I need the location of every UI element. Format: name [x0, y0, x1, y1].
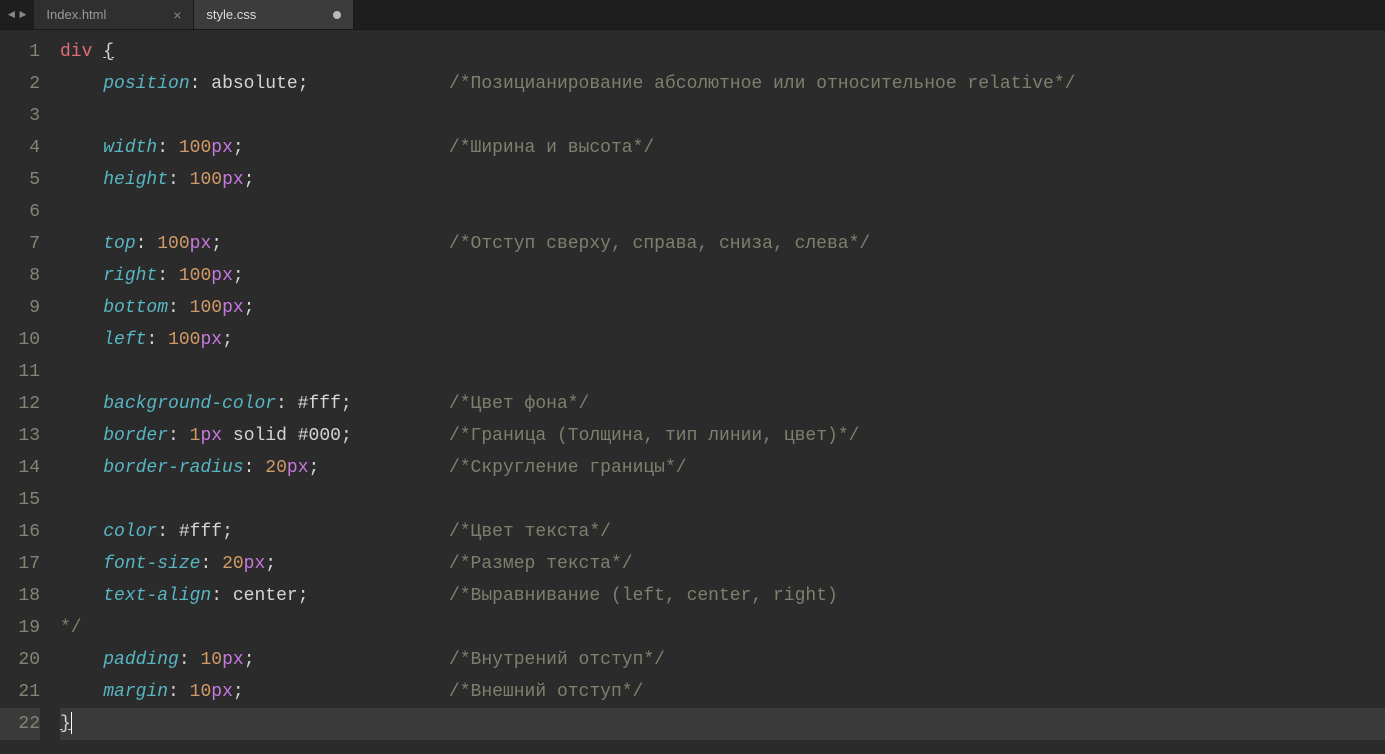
tab-label: Index.html [46, 7, 106, 22]
tab-nav-arrows: ◄ ► [0, 0, 34, 29]
tab-bar: ◄ ► Index.html × style.css [0, 0, 1385, 30]
tab-label: style.css [206, 7, 256, 22]
tab-nav-left-icon[interactable]: ◄ [8, 8, 15, 22]
tab-style-css[interactable]: style.css [194, 0, 354, 29]
code-editor[interactable]: 12345678910111213141516171819202122 div … [0, 30, 1385, 754]
tab-index-html[interactable]: Index.html × [34, 0, 194, 29]
tab-nav-right-icon[interactable]: ► [19, 8, 26, 22]
close-icon[interactable]: × [173, 7, 181, 23]
dirty-indicator-icon [333, 11, 341, 19]
line-number-gutter: 12345678910111213141516171819202122 [0, 30, 50, 754]
code-area[interactable]: div { position: absolute; /*Позицианиров… [50, 30, 1385, 754]
